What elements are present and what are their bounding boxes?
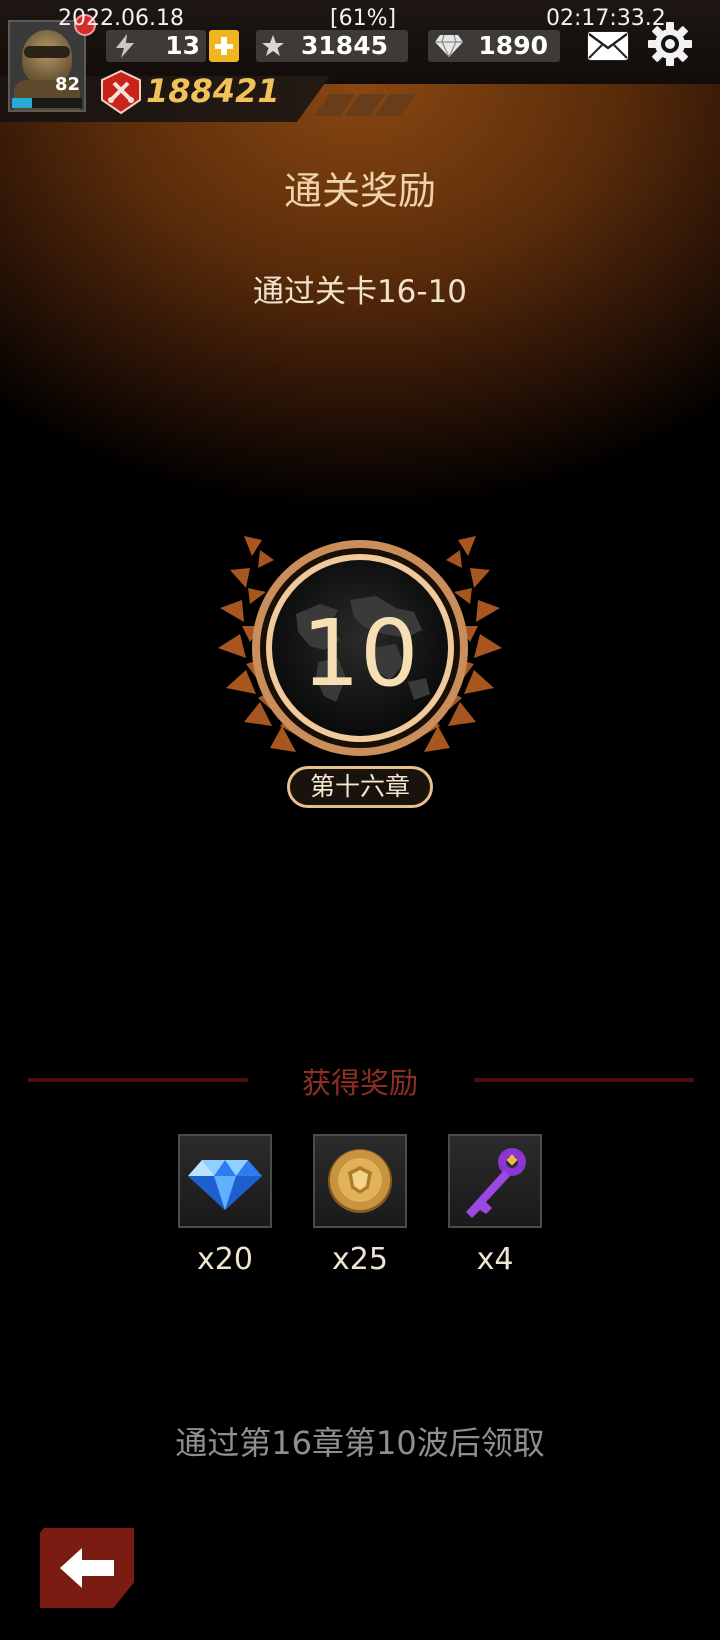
stage-number: 10: [301, 600, 419, 707]
gear-icon[interactable]: [646, 20, 694, 68]
decor-stripes: [314, 94, 416, 118]
reward-quantity: x25: [332, 1242, 388, 1277]
stars-value: 31845: [301, 31, 388, 60]
claim-condition-text: 通过第16章第10波后领取: [175, 1424, 545, 1462]
mail-icon[interactable]: [586, 30, 630, 62]
stage-subtitle: 通过关卡16-10: [252, 274, 468, 310]
xp-bar-fill: [12, 98, 32, 108]
player-avatar[interactable]: 82: [8, 20, 86, 112]
top-resource-bar: 82 2022.06.18 [61%] 02:17:33.2 13 31845 …: [0, 0, 720, 124]
player-level: 82: [54, 74, 80, 95]
reward-item[interactable]: x20: [178, 1134, 272, 1277]
status-date: 2022.06.18: [58, 6, 184, 31]
reward-quantity: x4: [476, 1242, 514, 1277]
page-title: 通关奖励: [283, 169, 436, 213]
add-energy-button[interactable]: [209, 30, 239, 62]
reward-item[interactable]: x25: [313, 1134, 407, 1277]
stars-counter: 31845: [256, 30, 408, 62]
xp-bar: [12, 98, 82, 108]
combat-power-value: 188421: [146, 72, 280, 110]
reward-box: [313, 1134, 407, 1228]
stage-emblem: 10 第十六章: [200, 530, 520, 810]
energy-counter: 13: [106, 30, 206, 62]
chapter-label: 第十六章: [287, 766, 433, 808]
star-icon: [262, 35, 284, 56]
back-arrow-icon: [60, 1548, 114, 1588]
gold-coin-icon: [328, 1149, 392, 1213]
status-battery: [61%]: [330, 6, 397, 31]
combat-power-icon: [101, 70, 141, 114]
reward-quantity: x20: [197, 1242, 253, 1277]
reward-item[interactable]: x4: [448, 1134, 542, 1277]
rewards-title: 获得奖励: [301, 1066, 418, 1100]
gems-counter: 1890: [428, 30, 560, 62]
energy-value: 13: [165, 31, 200, 60]
purple-key-icon: [466, 1148, 526, 1218]
lightning-icon: [116, 34, 134, 58]
reward-box: [178, 1134, 272, 1228]
gems-value: 1890: [478, 31, 548, 60]
reward-box: [448, 1134, 542, 1228]
gem-icon: [435, 34, 463, 58]
diamond-icon: [188, 1160, 262, 1210]
back-button[interactable]: [40, 1528, 134, 1608]
